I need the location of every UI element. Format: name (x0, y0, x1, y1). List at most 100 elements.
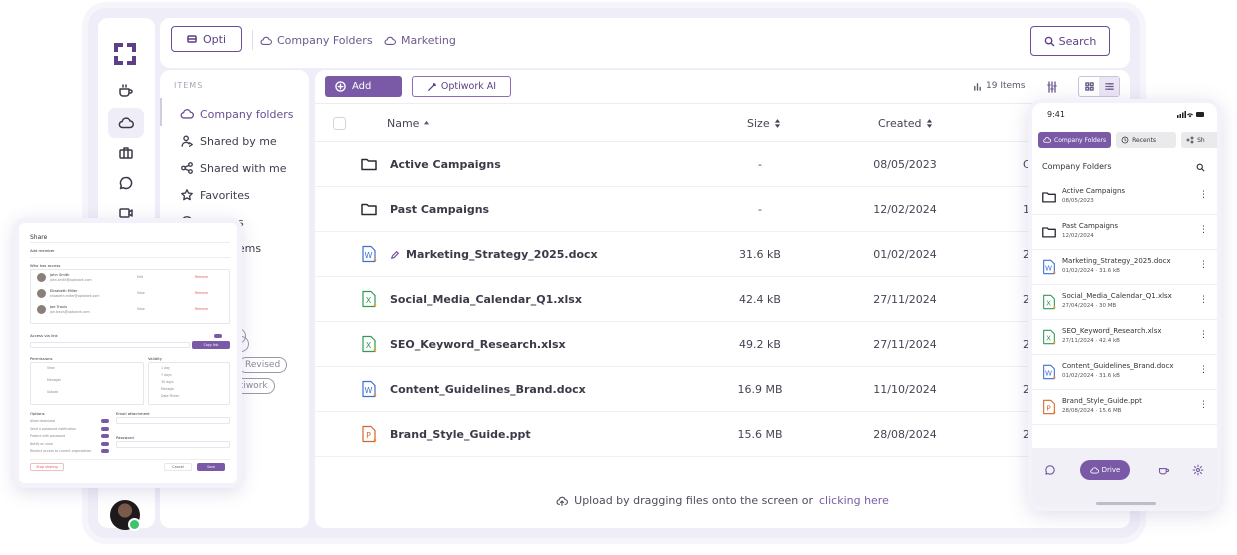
table-row[interactable]: P Brand_Style_Guide.ppt 15.6 MB 28/08/2024 2 (315, 412, 1130, 457)
mobile-tab-shared[interactable]: Sh (1181, 132, 1217, 148)
chat-icon[interactable] (108, 168, 144, 198)
password-field[interactable] (116, 441, 230, 448)
validity-option[interactable]: 30 days (161, 380, 174, 384)
item-name: SEO_Keyword_Research.xlsx (1062, 327, 1162, 335)
link-field[interactable] (30, 342, 190, 348)
table-row[interactable]: X Social_Media_Calendar_Q1.xlsx 42.4 kB 27/… (315, 277, 1130, 322)
list-item[interactable]: Past Campaigns 12/02/2024 ⋮ (1032, 215, 1217, 250)
who-has-access-label: Who has access (30, 263, 61, 268)
item-name: Brand_Style_Guide.ppt (1062, 397, 1142, 405)
briefcase-icon[interactable] (108, 138, 144, 168)
more-icon[interactable]: ⋮ (1199, 296, 1208, 305)
excel-file-icon: X (1043, 294, 1056, 310)
more-icon[interactable]: ⋮ (1199, 401, 1208, 410)
more-icon[interactable]: ⋮ (1199, 261, 1208, 270)
validity-option[interactable]: 1 day (161, 366, 170, 370)
column-created[interactable]: Created (878, 117, 933, 130)
sidebar-item-shared-with-me[interactable]: Shared with me (180, 161, 287, 175)
column-size[interactable]: Size (747, 117, 781, 130)
access-link-toggle[interactable] (214, 334, 222, 338)
file-name[interactable]: Brand_Style_Guide.ppt (390, 428, 531, 441)
breadcrumb-company-folders[interactable]: Company Folders (260, 34, 373, 47)
column-name[interactable]: Name (387, 117, 430, 130)
sort-icon (926, 119, 932, 128)
member-remove[interactable]: Remove (195, 291, 208, 295)
more-icon[interactable]: ⋮ (1199, 191, 1208, 200)
member-remove[interactable]: Remove (195, 275, 208, 279)
list-item[interactable]: Active Campaigns 08/05/2023 ⋮ (1032, 180, 1217, 215)
validity-option[interactable]: Manage (161, 387, 174, 391)
email-field[interactable] (116, 417, 230, 424)
list-item[interactable]: X Social_Media_Calendar_Q1.xlsx 27/04/2024… (1032, 285, 1217, 320)
coffee-icon[interactable] (108, 76, 144, 106)
drive-icon (187, 35, 197, 43)
sidebar-item-company-folders[interactable]: Company folders (180, 107, 294, 121)
drive-nav-button[interactable]: Drive (1080, 460, 1130, 480)
cloud-drive-icon[interactable] (108, 108, 144, 138)
list-view-icon[interactable] (1099, 77, 1119, 96)
word-file-icon: W (362, 245, 377, 263)
table-row[interactable]: W Content_Guidelines_Brand.docx 16.9 MB 11/… (315, 367, 1130, 412)
file-size: 15.6 MB (737, 428, 783, 441)
permissions-label: Permissions (30, 356, 53, 361)
mobile-tab-company-folders[interactable]: Company Folders (1038, 132, 1112, 148)
table-row[interactable]: X SEO_Keyword_Research.xlsx 49.2 kB 27/11/2… (315, 322, 1130, 367)
member-role[interactable]: View (137, 307, 145, 311)
app-logo-icon[interactable] (111, 40, 139, 68)
option-toggle[interactable] (101, 434, 109, 438)
file-name[interactable]: Active Campaigns (390, 158, 501, 171)
list-item[interactable]: P Brand_Style_Guide.ppt 28/08/2024 · 15.6 … (1032, 390, 1217, 425)
chat-icon[interactable] (1044, 464, 1056, 476)
upload-link[interactable]: clicking here (819, 494, 889, 507)
mobile-tab-recents[interactable]: Recents (1116, 132, 1177, 148)
search-button[interactable]: Search (1030, 26, 1110, 56)
sidebar-item-shared-by-me[interactable]: Shared by me (180, 134, 277, 148)
table-row[interactable]: W Marketing_Strategy_2025.docx 31.6 kB 01/0… (315, 232, 1130, 277)
list-item[interactable]: W Content_Guidelines_Brand.docx 01/02/2024… (1032, 355, 1217, 390)
copy-link-button[interactable]: Copy link (192, 341, 230, 349)
member-remove[interactable]: Remove (195, 307, 208, 311)
option-toggle[interactable] (101, 441, 109, 446)
save-button[interactable]: Save (197, 463, 225, 471)
list-item[interactable]: W Marketing_Strategy_2025.docx 01/02/2024 … (1032, 250, 1217, 285)
option-toggle[interactable] (101, 426, 109, 431)
grid-view-icon[interactable] (1079, 77, 1099, 96)
sidebar-item-favorites[interactable]: Favorites (180, 188, 250, 202)
file-name[interactable]: Past Campaigns (390, 203, 489, 216)
table-row[interactable]: Past Campaigns -12/02/2024 1 (315, 187, 1130, 232)
select-all-checkbox[interactable] (333, 117, 346, 130)
table-row[interactable]: Active Campaigns -08/05/2023 C (315, 142, 1130, 187)
stop-sharing-button[interactable]: Stop sharing (30, 463, 64, 471)
more-icon[interactable]: ⋮ (1199, 226, 1208, 235)
validity-option[interactable]: Date Picker (161, 394, 179, 398)
filter-icon[interactable] (1046, 81, 1058, 93)
optiwork-ai-button[interactable]: Optiwork AI (412, 76, 511, 97)
more-icon[interactable]: ⋮ (1199, 331, 1208, 340)
breadcrumb-marketing[interactable]: Marketing (384, 34, 456, 47)
validity-option[interactable]: 7 days (161, 373, 172, 377)
settings-icon[interactable] (1192, 464, 1204, 476)
opti-button[interactable]: Opti (171, 26, 242, 52)
upload-hint: Upload by dragging files onto the screen… (315, 494, 1130, 507)
file-name[interactable]: Social_Media_Calendar_Q1.xlsx (390, 293, 582, 306)
perm-option[interactable]: Manager (47, 378, 61, 382)
cancel-button[interactable]: Cancel (164, 463, 192, 471)
tag-revised[interactable]: Revised (238, 357, 288, 373)
perm-option[interactable]: Upload (47, 390, 58, 394)
add-label: Add (352, 81, 372, 92)
add-button[interactable]: Add (325, 76, 402, 97)
member-role[interactable]: Edit (137, 275, 143, 279)
option-toggle[interactable] (101, 449, 109, 453)
add-member-field[interactable]: Add member (30, 248, 55, 253)
perm-option[interactable]: View (47, 366, 55, 370)
file-name[interactable]: Marketing_Strategy_2025.docx (390, 248, 598, 261)
more-icon[interactable]: ⋮ (1199, 366, 1208, 375)
list-item[interactable]: X SEO_Keyword_Research.xlsx 27/11/2024 · 4… (1032, 320, 1217, 355)
file-name[interactable]: Content_Guidelines_Brand.docx (390, 383, 586, 396)
member-role[interactable]: View (137, 291, 145, 295)
user-avatar[interactable] (110, 500, 141, 531)
coffee-icon[interactable] (1158, 464, 1170, 476)
search-icon[interactable] (1196, 163, 1205, 172)
option-toggle[interactable] (101, 419, 109, 423)
file-name[interactable]: SEO_Keyword_Research.xlsx (390, 338, 566, 351)
